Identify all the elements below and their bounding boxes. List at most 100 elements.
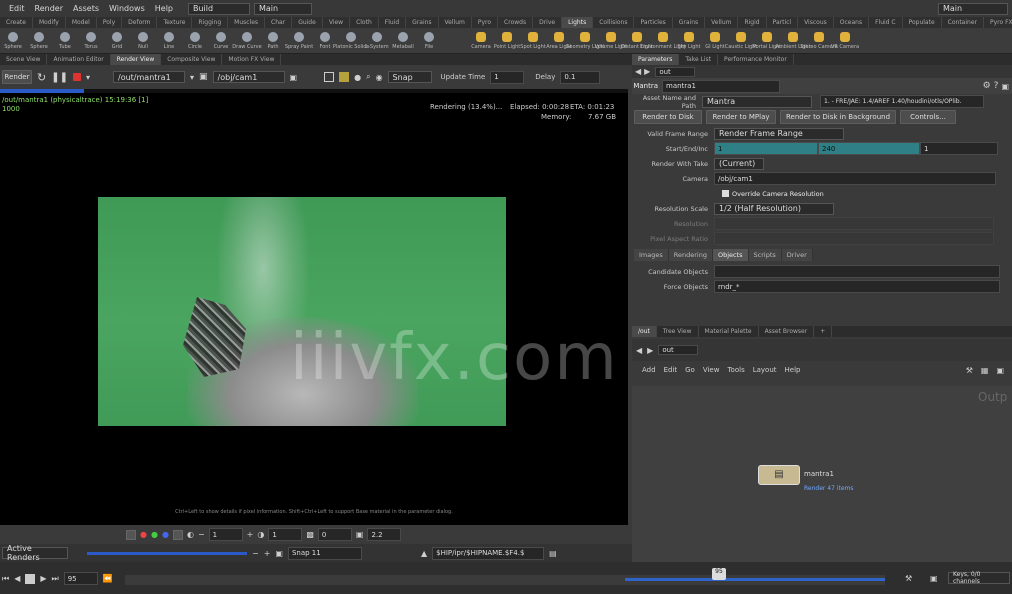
ipr-path-field[interactable]: $HIP/ipr/$HIPNAME.$F4.$ — [432, 546, 545, 560]
tab-render-view[interactable]: Render View — [110, 54, 162, 65]
tab-scene-view[interactable]: Scene View — [0, 54, 48, 65]
shelf-tool[interactable]: Curve — [208, 28, 234, 53]
shelf-tab[interactable]: Rigging — [192, 17, 229, 28]
shelf-tab[interactable]: Muscles — [228, 17, 266, 28]
network-path-field[interactable]: out — [658, 345, 699, 355]
pixel-aspect-field[interactable] — [714, 232, 994, 245]
asset-path-field[interactable]: 1. - FRE/JAE: 1.4/AREF 1.40/houdini/otls… — [820, 95, 984, 108]
snapshot-icon[interactable]: ◉ — [376, 73, 383, 82]
keys-channels-dropdown[interactable]: Keys, 0/0 channels — [948, 571, 1010, 585]
red-dot-icon[interactable]: ● — [140, 530, 147, 539]
take-dropdown[interactable]: (Current) — [714, 157, 764, 170]
net-menu-view[interactable]: View — [703, 366, 720, 374]
net-menu-help[interactable]: Help — [785, 366, 801, 374]
tab-material-palette[interactable]: Material Palette — [699, 326, 759, 337]
shelf-tab[interactable]: Collisions — [593, 17, 635, 28]
pause-icon[interactable]: ❚❚ — [51, 72, 68, 83]
camera-param-field[interactable]: /obj/cam1 — [714, 172, 996, 185]
snapshot-icon[interactable]: ▣ — [275, 549, 283, 558]
render-to-mplay-button[interactable]: Render to MPlay — [706, 109, 776, 124]
shelf-tab[interactable]: Container — [942, 17, 984, 28]
shelf-tab[interactable]: Particles — [634, 17, 673, 28]
shelf-tab[interactable]: Pyro — [472, 17, 499, 28]
shelf-tab[interactable]: Vellum — [705, 17, 739, 28]
minus-icon[interactable]: − — [252, 549, 259, 558]
desktop-dropdown[interactable]: Build — [188, 2, 250, 15]
shelf-tool[interactable]: Tube — [52, 28, 78, 53]
shelf-tab[interactable]: Poly — [97, 17, 123, 28]
frame-field-2[interactable]: 1 — [268, 528, 303, 541]
back-icon[interactable]: ◀ — [636, 346, 642, 355]
resolution-field[interactable] — [714, 217, 994, 230]
shelf-tool[interactable]: Spray Paint — [285, 28, 313, 53]
shelf-tab[interactable]: Model — [66, 17, 97, 28]
tab-images[interactable]: Images — [634, 249, 669, 261]
shelf-tool[interactable]: Sphere — [26, 28, 52, 53]
gamma-icon[interactable]: ▣ — [356, 530, 364, 539]
skip-start-icon[interactable]: ⏮ — [2, 574, 9, 584]
light-tool[interactable]: Stereo Camera — [800, 28, 838, 53]
region-icon[interactable] — [324, 72, 335, 82]
shelf-tab[interactable]: Fluid C — [869, 17, 903, 28]
shelf-tool[interactable]: Path — [260, 28, 286, 53]
back-icon[interactable]: ◀ — [635, 67, 641, 76]
menu-assets[interactable]: Assets — [70, 4, 102, 13]
tab-tree-view[interactable]: Tree View — [657, 326, 699, 337]
tab-parameters[interactable]: Parameters — [632, 54, 680, 65]
update-time-field[interactable]: 1 — [490, 70, 525, 84]
valid-frame-dropdown[interactable]: Render Frame Range — [714, 127, 844, 140]
shelf-tab[interactable]: Crowds — [498, 17, 534, 28]
tab-scripts[interactable]: Scripts — [748, 249, 782, 261]
value-field[interactable]: 0 — [317, 528, 352, 541]
shelf-tab[interactable]: Viscous — [798, 17, 834, 28]
light-tool[interactable]: VR Camera — [831, 28, 859, 53]
net-menu-go[interactable]: Go — [685, 366, 695, 374]
current-frame-marker[interactable]: 95 — [712, 568, 726, 580]
camera-selector[interactable]: /obj/cam1 — [212, 71, 285, 83]
exposure-icon[interactable]: ◑ — [257, 530, 264, 539]
shelf-tool[interactable]: Line — [156, 28, 182, 53]
tab-motion-fx-view[interactable]: Motion FX View — [222, 54, 282, 65]
contrast-icon[interactable]: ▩ — [306, 530, 314, 539]
minus-icon[interactable]: − — [198, 530, 205, 539]
node-name-field[interactable]: mantra1 — [662, 79, 780, 93]
dropdown-arrow-icon[interactable]: ▾ — [86, 73, 90, 82]
grid-icon[interactable]: ▦ — [981, 366, 989, 375]
tab-asset-browser[interactable]: Asset Browser — [759, 326, 815, 337]
menu-render[interactable]: Render — [32, 4, 66, 13]
shelf-tool[interactable]: Metaball — [390, 28, 416, 53]
menu-windows[interactable]: Windows — [106, 4, 148, 13]
net-menu-edit[interactable]: Edit — [664, 366, 678, 374]
forward-icon[interactable]: ▶ — [647, 346, 653, 355]
shelf-tab[interactable]: Grains — [673, 17, 706, 28]
wrench-icon[interactable]: ⚒ — [966, 366, 973, 375]
lock-icon[interactable]: ▣ — [290, 73, 298, 82]
frame-field-1[interactable]: 1 — [208, 528, 243, 541]
light-tool[interactable]: Camera — [468, 28, 494, 53]
display-icon[interactable]: ▣ — [996, 366, 1004, 375]
shelf-tool[interactable]: Draw Curve — [232, 28, 262, 53]
stop-icon[interactable] — [25, 573, 36, 584]
inc-field[interactable]: 1 — [920, 142, 998, 155]
render-button[interactable]: Render — [2, 70, 32, 84]
mantra-node[interactable]: ▤ — [758, 465, 800, 485]
controls-button[interactable]: Controls... — [900, 109, 956, 124]
key-icon[interactable]: ⚒ — [905, 574, 912, 583]
tab-take-list[interactable]: Take List — [679, 54, 719, 65]
rop-selector[interactable]: /out/mantra1 — [113, 71, 185, 83]
rewind-icon[interactable]: ⏪ — [103, 574, 113, 583]
force-field[interactable]: rndr_* — [714, 280, 1000, 293]
expand-icon[interactable]: ▣ — [1001, 82, 1009, 91]
skip-end-icon[interactable]: ⏭ — [52, 574, 59, 584]
tab-rendering[interactable]: Rendering — [668, 249, 713, 261]
shelf-tab[interactable]: Deform — [122, 17, 158, 28]
light-tool[interactable]: Sky Light — [676, 28, 702, 53]
shelf-tool[interactable]: Platonic Solids — [333, 28, 369, 53]
context-dropdown[interactable]: Main — [254, 2, 312, 15]
shelf-tab[interactable]: Oceans — [834, 17, 870, 28]
step-back-icon[interactable]: ◀ — [14, 574, 20, 583]
shelf-tab[interactable]: Cloth — [350, 17, 379, 28]
candidate-field[interactable] — [714, 265, 1000, 278]
override-checkbox[interactable] — [722, 190, 729, 197]
green-dot-icon[interactable]: ● — [151, 530, 158, 539]
